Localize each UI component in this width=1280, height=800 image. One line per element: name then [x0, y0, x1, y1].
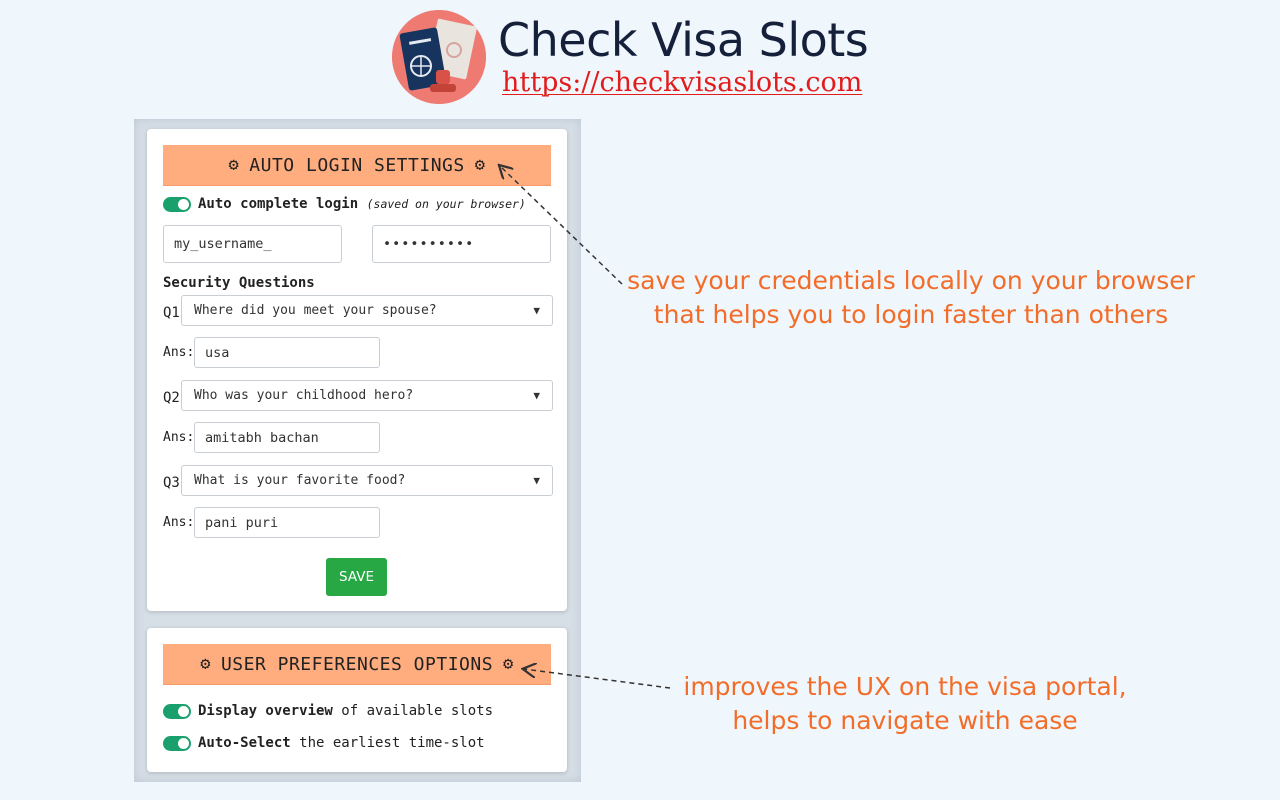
prefs-annotation-arrow: [524, 669, 671, 689]
login-annotation: save your credentials locally on your br…: [612, 264, 1210, 332]
login-annotation-line-2: that helps you to login faster than othe…: [653, 300, 1169, 329]
login-annotation-arrow: [500, 166, 623, 285]
login-annotation-line-1: save your credentials locally on your br…: [627, 266, 1195, 295]
prefs-annotation-line-2: helps to navigate with ease: [732, 706, 1078, 735]
prefs-annotation-line-1: improves the UX on the visa portal,: [683, 672, 1127, 701]
prefs-annotation: improves the UX on the visa portal, help…: [660, 670, 1150, 738]
